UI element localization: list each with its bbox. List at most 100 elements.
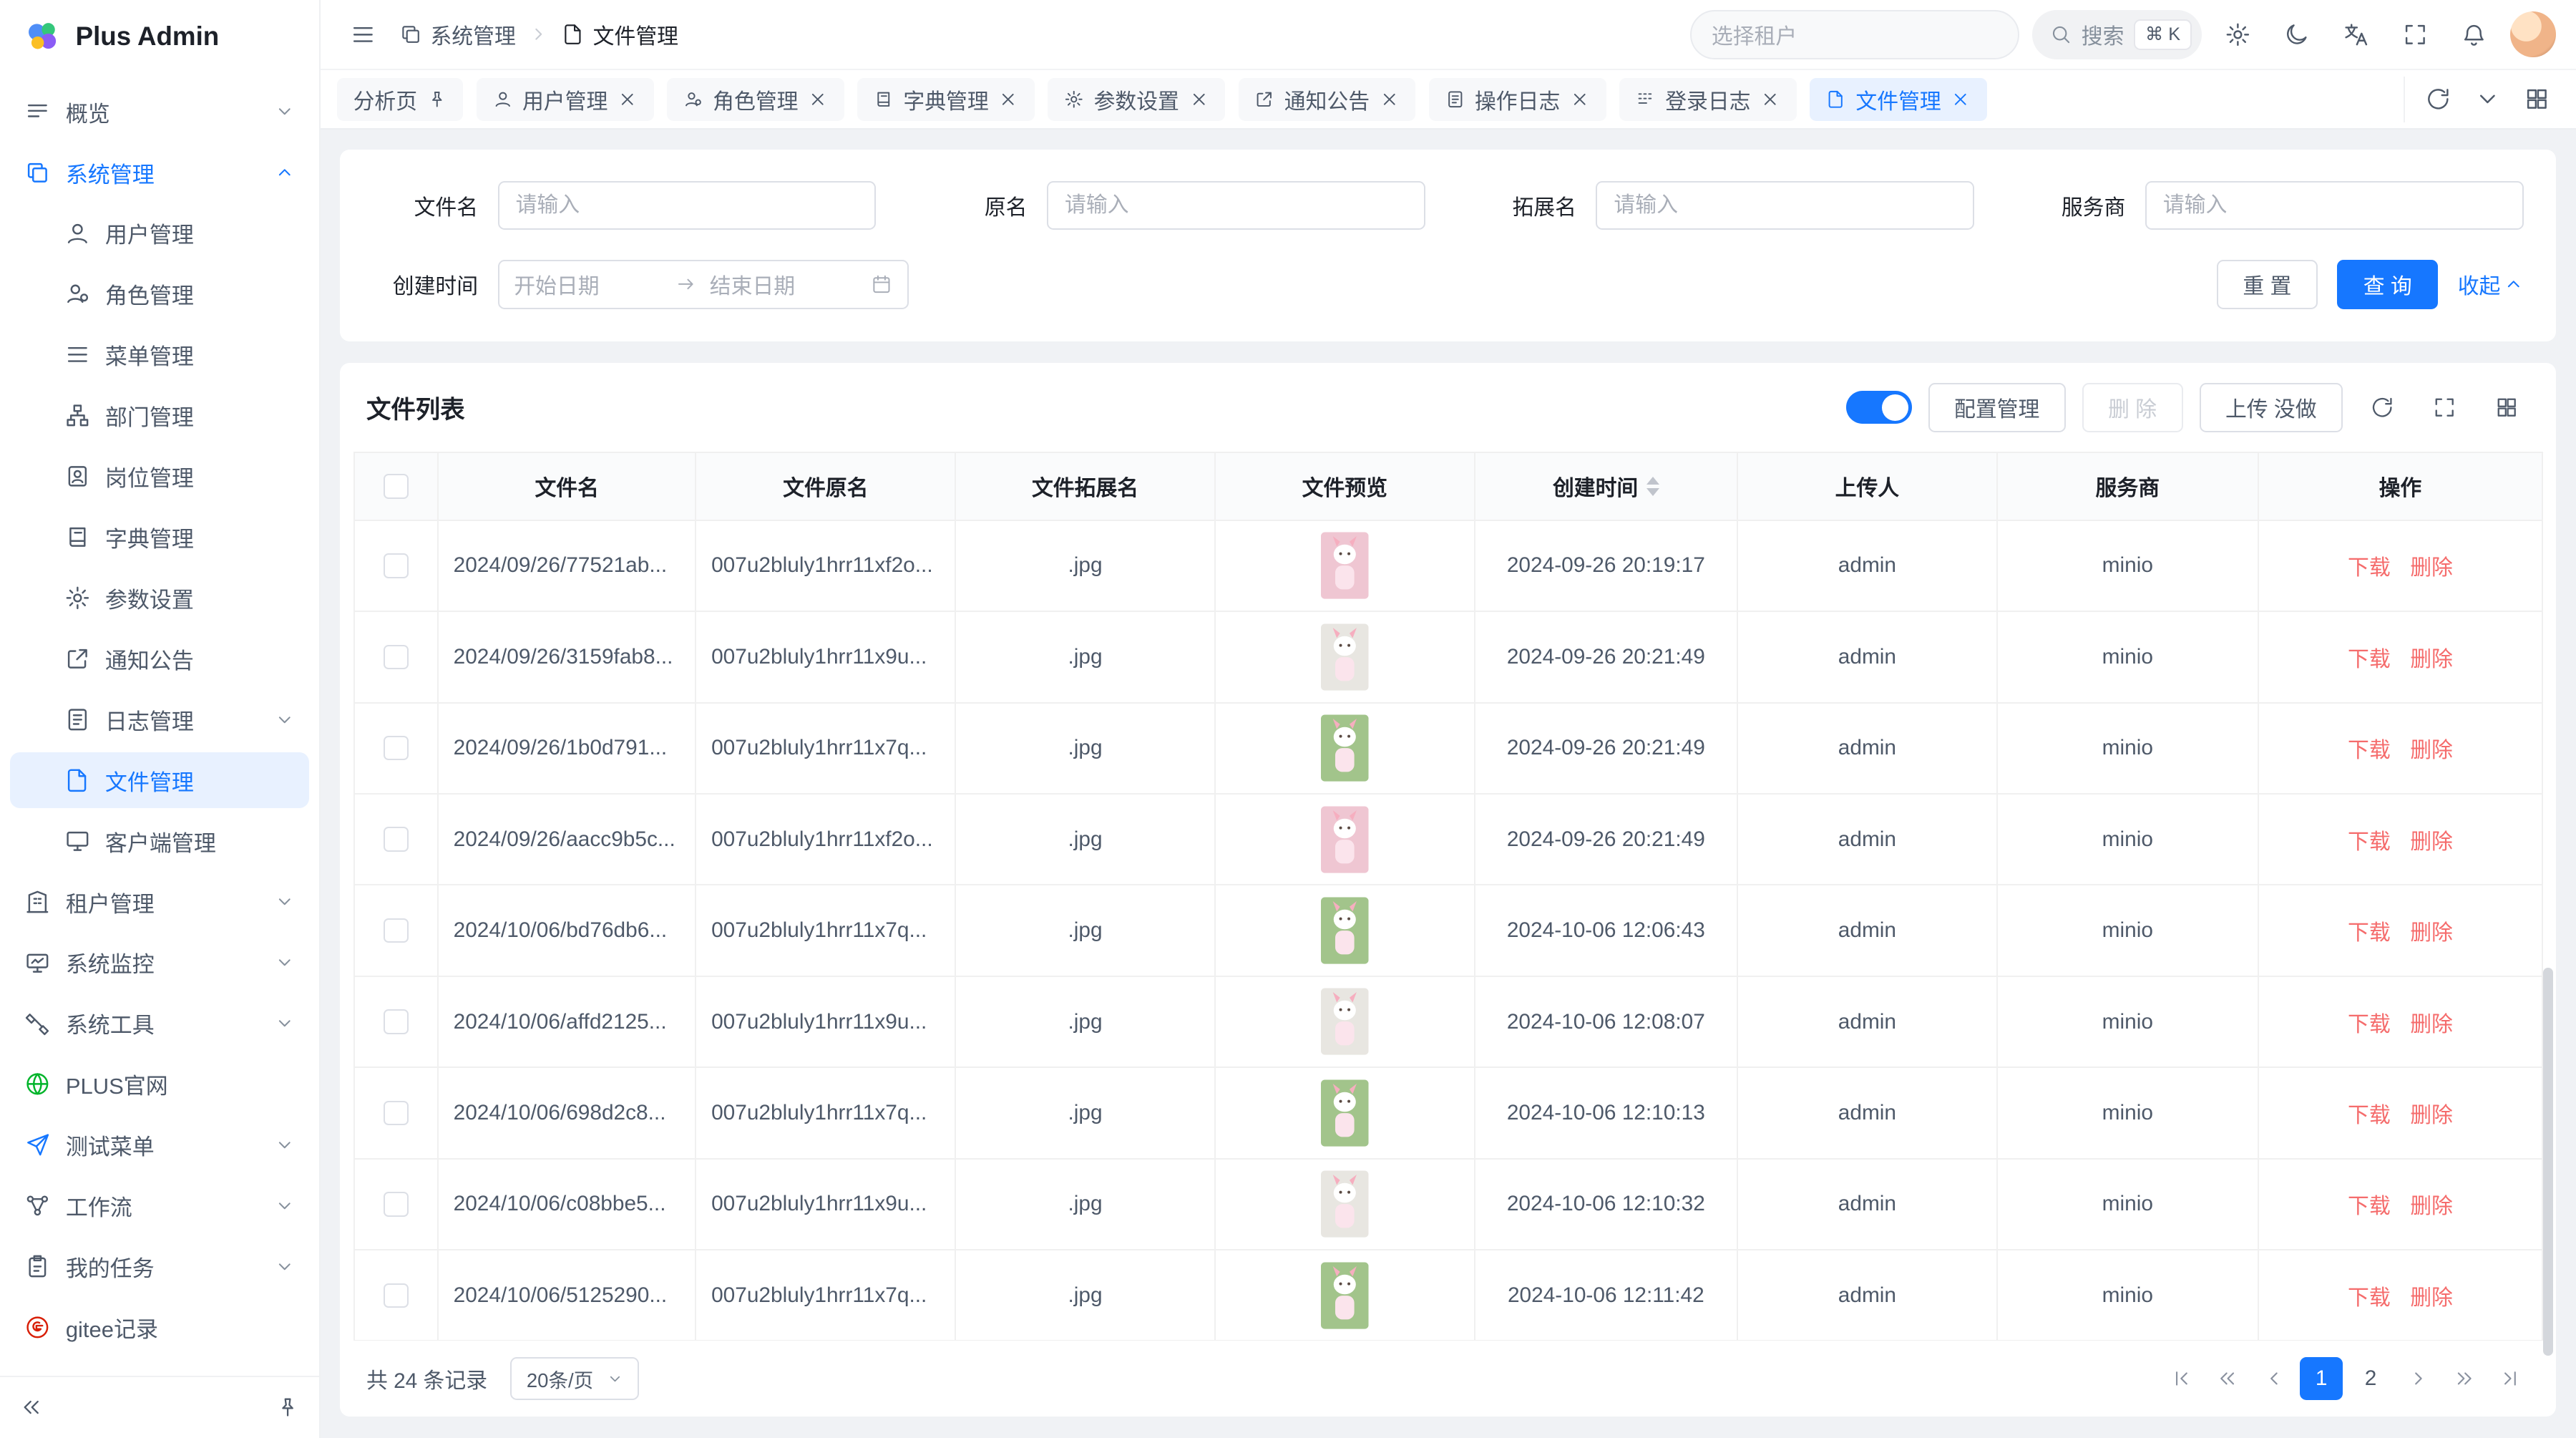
delete-link[interactable]: 删除	[2410, 1006, 2453, 1038]
row-checkbox[interactable]	[384, 736, 408, 760]
preview-thumbnail[interactable]	[1321, 714, 1369, 782]
settings-button[interactable]	[2215, 11, 2260, 57]
column-header[interactable]: 文件原名	[696, 452, 956, 520]
column-header[interactable]: 文件拓展名	[956, 452, 1216, 520]
delete-link[interactable]: 删除	[2410, 1188, 2453, 1220]
delete-link[interactable]: 删除	[2410, 550, 2453, 581]
first-page-button[interactable]	[2162, 1359, 2202, 1399]
tab[interactable]: 通知公告	[1239, 78, 1416, 121]
page-size-select[interactable]: 20条/页	[510, 1357, 639, 1400]
sidebar-item[interactable]: 菜单管理	[10, 327, 309, 383]
tab[interactable]: 参数设置	[1048, 78, 1225, 121]
page-button[interactable]: 2	[2349, 1357, 2392, 1400]
tab[interactable]: 分析页	[337, 78, 464, 121]
last-page-button[interactable]	[2491, 1359, 2530, 1399]
sidebar-item[interactable]: 用户管理	[10, 205, 309, 261]
download-link[interactable]: 下载	[2348, 824, 2391, 855]
fullscreen-button[interactable]	[2392, 11, 2438, 57]
jump-back-button[interactable]	[2208, 1359, 2248, 1399]
delete-link[interactable]: 删除	[2410, 641, 2453, 673]
column-header[interactable]: 文件预览	[1216, 452, 1475, 520]
row-checkbox[interactable]	[384, 1283, 408, 1308]
layout-button[interactable]	[2514, 77, 2560, 122]
preview-toggle[interactable]	[1846, 391, 1912, 424]
download-link[interactable]: 下载	[2348, 1280, 2391, 1311]
fullscreen-table-button[interactable]	[2421, 384, 2467, 430]
close-icon[interactable]	[998, 89, 1018, 110]
sidebar-item[interactable]: 系统工具	[10, 996, 309, 1051]
download-link[interactable]: 下载	[2348, 550, 2391, 581]
sidebar-item[interactable]: 工作流	[10, 1178, 309, 1234]
row-checkbox[interactable]	[384, 827, 408, 851]
upload-button[interactable]: 上传 没做	[2200, 383, 2343, 432]
tab[interactable]: 用户管理	[477, 78, 654, 121]
sidebar-item[interactable]: 角色管理	[10, 266, 309, 322]
tab[interactable]: 操作日志	[1429, 78, 1606, 121]
sort-icons[interactable]	[1646, 477, 1659, 496]
download-link[interactable]: 下载	[2348, 1188, 2391, 1220]
pin-sidebar-icon[interactable]	[276, 1396, 299, 1419]
sidebar-item[interactable]: 系统监控	[10, 935, 309, 991]
reset-button[interactable]: 重 置	[2217, 260, 2318, 309]
column-header[interactable]: 创建时间	[1475, 452, 1738, 520]
download-link[interactable]: 下载	[2348, 641, 2391, 673]
delete-link[interactable]: 删除	[2410, 1097, 2453, 1129]
close-icon[interactable]	[1570, 89, 1590, 110]
filter-input[interactable]	[2145, 181, 2524, 230]
row-checkbox[interactable]	[384, 1009, 408, 1034]
global-search-button[interactable]: 搜索 ⌘ K	[2032, 10, 2202, 59]
filter-input[interactable]	[498, 181, 877, 230]
sidebar-item[interactable]: 我的任务	[10, 1239, 309, 1295]
sidebar-item[interactable]: gitee记录	[10, 1300, 309, 1356]
sidebar-item[interactable]: 文件管理	[10, 752, 309, 808]
table-scrollbar[interactable]	[2543, 968, 2553, 1356]
sidebar-item[interactable]: 岗位管理	[10, 449, 309, 505]
download-link[interactable]: 下载	[2348, 1006, 2391, 1038]
close-icon[interactable]	[1760, 89, 1780, 110]
preview-thumbnail[interactable]	[1321, 1079, 1369, 1147]
column-header[interactable]: 文件名	[439, 452, 696, 520]
close-icon[interactable]	[618, 89, 638, 110]
column-settings-button[interactable]	[2484, 384, 2529, 430]
close-icon[interactable]	[1189, 89, 1209, 110]
delete-link[interactable]: 删除	[2410, 1280, 2453, 1311]
sidebar-item[interactable]: 日志管理	[10, 691, 309, 747]
download-link[interactable]: 下载	[2348, 1097, 2391, 1129]
delete-link[interactable]: 删除	[2410, 915, 2453, 946]
delete-link[interactable]: 删除	[2410, 732, 2453, 764]
preview-thumbnail[interactable]	[1321, 623, 1369, 691]
filter-input[interactable]	[1047, 181, 1425, 230]
close-icon[interactable]	[1951, 89, 1971, 110]
sidebar-item[interactable]: 通知公告	[10, 631, 309, 686]
refresh-tab-button[interactable]	[2415, 77, 2461, 122]
date-range-picker[interactable]: 开始日期 结束日期	[498, 260, 909, 309]
breadcrumb-item-current[interactable]: 文件管理	[562, 19, 678, 50]
preview-thumbnail[interactable]	[1321, 1262, 1369, 1329]
prev-page-button[interactable]	[2254, 1359, 2293, 1399]
collapse-sidebar-icon[interactable]	[20, 1396, 43, 1419]
sort-desc-icon[interactable]	[1646, 488, 1659, 496]
sidebar-item[interactable]: 概览	[10, 84, 309, 140]
row-checkbox[interactable]	[384, 645, 408, 669]
jump-forward-button[interactable]	[2444, 1359, 2484, 1399]
download-link[interactable]: 下载	[2348, 732, 2391, 764]
search-button[interactable]: 查 询	[2337, 260, 2438, 309]
notifications-button[interactable]	[2451, 11, 2497, 57]
sidebar-item[interactable]: 参数设置	[10, 570, 309, 626]
row-checkbox[interactable]	[384, 1192, 408, 1216]
collapse-filters-link[interactable]: 收起	[2458, 268, 2524, 300]
sort-asc-icon[interactable]	[1646, 477, 1659, 485]
sidebar-item[interactable]: 租户管理	[10, 874, 309, 930]
tab-options-button[interactable]	[2464, 77, 2510, 122]
page-button[interactable]: 1	[2300, 1357, 2343, 1400]
preview-thumbnail[interactable]	[1321, 532, 1369, 599]
filter-input[interactable]	[1596, 181, 1974, 230]
preview-thumbnail[interactable]	[1321, 1170, 1369, 1238]
column-header[interactable]: 服务商	[1998, 452, 2259, 520]
preview-thumbnail[interactable]	[1321, 897, 1369, 964]
tab[interactable]: 登录日志	[1619, 78, 1797, 121]
delete-link[interactable]: 删除	[2410, 824, 2453, 855]
language-button[interactable]	[2333, 11, 2379, 57]
sidebar-item[interactable]: PLUS官网	[10, 1056, 309, 1112]
pin-icon[interactable]	[427, 89, 447, 110]
